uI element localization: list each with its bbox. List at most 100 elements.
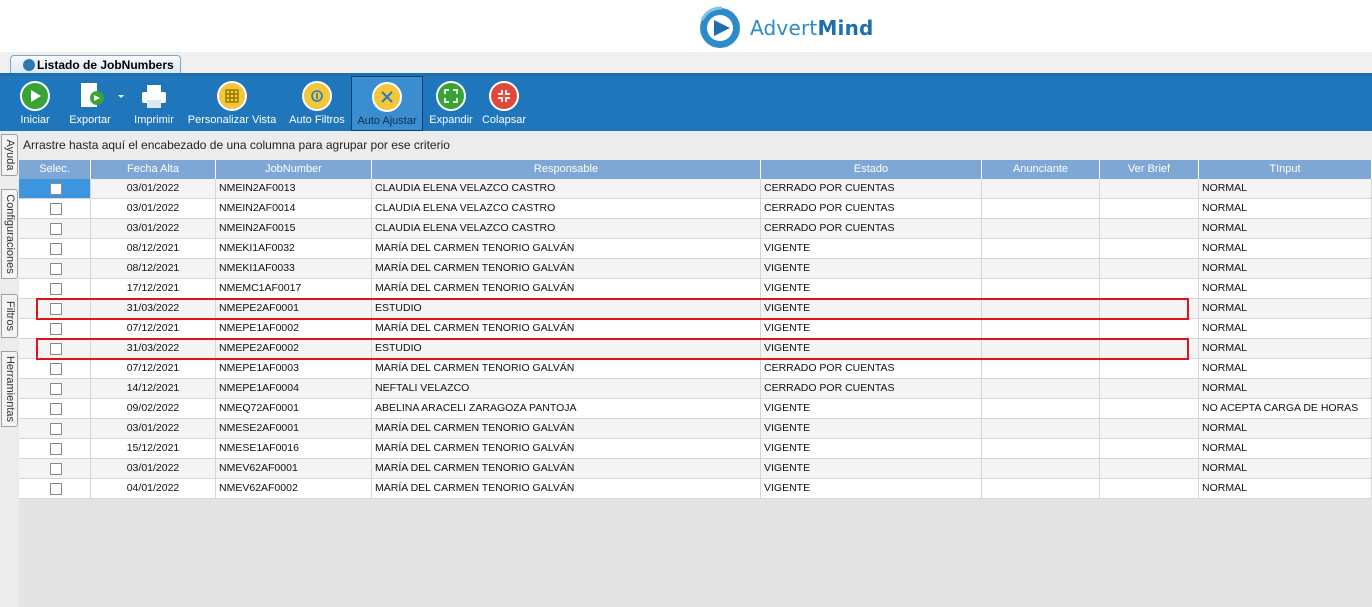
select-cell[interactable] bbox=[19, 419, 91, 438]
cell-estado[interactable]: CERRADO POR CUENTAS bbox=[761, 379, 982, 398]
select-cell[interactable] bbox=[19, 459, 91, 478]
table-row[interactable]: 03/01/2022 NMEIN2AF0014 CLAUDIA ELENA VELA… bbox=[19, 199, 1372, 219]
cell-tinput[interactable]: NORMAL bbox=[1199, 359, 1372, 378]
table-row[interactable]: 07/12/2021 NMEPE1AF0002 MARÍA DEL CARMEN T… bbox=[19, 319, 1372, 339]
cell-responsable[interactable]: MARÍA DEL CARMEN TENORIO GALVÁN bbox=[372, 459, 761, 478]
cell-fecha-alta[interactable]: 03/01/2022 bbox=[91, 219, 216, 238]
cell-tinput[interactable]: NORMAL bbox=[1199, 279, 1372, 298]
cell-estado[interactable]: VIGENTE bbox=[761, 439, 982, 458]
column-header-tinput[interactable]: TInput bbox=[1199, 160, 1372, 179]
cell-tinput[interactable]: NORMAL bbox=[1199, 179, 1372, 198]
cell-estado[interactable]: CERRADO POR CUENTAS bbox=[761, 199, 982, 218]
cell-responsable[interactable]: MARÍA DEL CARMEN TENORIO GALVÁN bbox=[372, 479, 761, 498]
row-checkbox[interactable] bbox=[50, 422, 62, 435]
column-header-ver-brief[interactable]: Ver Brief bbox=[1100, 160, 1199, 179]
column-header-jobnumber[interactable]: JobNumber bbox=[216, 160, 372, 179]
expandir-button[interactable]: Expandir bbox=[427, 76, 475, 131]
cell-tinput[interactable]: NORMAL bbox=[1199, 259, 1372, 278]
exportar-dropdown[interactable] bbox=[116, 76, 126, 131]
cell-estado[interactable]: VIGENTE bbox=[761, 259, 982, 278]
cell-tinput[interactable]: NORMAL bbox=[1199, 379, 1372, 398]
cell-ver-brief[interactable] bbox=[1100, 219, 1199, 238]
row-checkbox[interactable] bbox=[50, 402, 62, 415]
side-tab-filtros[interactable]: Filtros bbox=[1, 294, 18, 338]
auto-filtros-button[interactable]: Auto Filtros bbox=[286, 76, 348, 131]
row-checkbox[interactable] bbox=[50, 442, 62, 455]
cell-ver-brief[interactable] bbox=[1100, 479, 1199, 498]
cell-ver-brief[interactable] bbox=[1100, 379, 1199, 398]
cell-tinput[interactable]: NORMAL bbox=[1199, 479, 1372, 498]
cell-estado[interactable]: VIGENTE bbox=[761, 399, 982, 418]
cell-anunciante[interactable] bbox=[982, 279, 1100, 298]
cell-estado[interactable]: VIGENTE bbox=[761, 459, 982, 478]
select-cell[interactable] bbox=[19, 359, 91, 378]
cell-ver-brief[interactable] bbox=[1100, 459, 1199, 478]
column-header-estado[interactable]: Estado bbox=[761, 160, 982, 179]
table-row[interactable]: 08/12/2021 NMEKI1AF0033 MARÍA DEL CARMEN T… bbox=[19, 259, 1372, 279]
cell-estado[interactable]: VIGENTE bbox=[761, 239, 982, 258]
cell-anunciante[interactable] bbox=[982, 459, 1100, 478]
cell-tinput[interactable]: NORMAL bbox=[1199, 419, 1372, 438]
table-row[interactable]: 14/12/2021 NMEPE1AF0004 NEFTALI VELAZCO CER… bbox=[19, 379, 1372, 399]
cell-tinput[interactable]: NORMAL bbox=[1199, 439, 1372, 458]
exportar-button[interactable]: Exportar bbox=[63, 76, 117, 131]
group-by-panel[interactable]: Arrastre hasta aquí el encabezado de una… bbox=[19, 131, 1372, 160]
cell-fecha-alta[interactable]: 03/01/2022 bbox=[91, 179, 216, 198]
select-cell[interactable] bbox=[19, 199, 91, 218]
cell-jobnumber[interactable]: NMEMC1AF0017 bbox=[216, 279, 372, 298]
side-tab-ayuda[interactable]: Ayuda bbox=[1, 134, 18, 176]
cell-estado[interactable]: CERRADO POR CUENTAS bbox=[761, 359, 982, 378]
cell-ver-brief[interactable] bbox=[1100, 439, 1199, 458]
cell-tinput[interactable]: NORMAL bbox=[1199, 459, 1372, 478]
cell-tinput[interactable]: NORMAL bbox=[1199, 319, 1372, 338]
cell-anunciante[interactable] bbox=[982, 319, 1100, 338]
cell-responsable[interactable]: MARÍA DEL CARMEN TENORIO GALVÁN bbox=[372, 279, 761, 298]
cell-fecha-alta[interactable]: 15/12/2021 bbox=[91, 439, 216, 458]
colapsar-button[interactable]: Colapsar bbox=[480, 76, 528, 131]
cell-responsable[interactable]: MARÍA DEL CARMEN TENORIO GALVÁN bbox=[372, 419, 761, 438]
row-checkbox[interactable] bbox=[50, 382, 62, 395]
row-checkbox[interactable] bbox=[50, 242, 62, 255]
auto-ajustar-button[interactable]: Auto Ajustar bbox=[351, 76, 423, 131]
tab-listado-jobnumbers[interactable]: Listado de JobNumbers bbox=[10, 55, 181, 75]
cell-responsable[interactable]: MARÍA DEL CARMEN TENORIO GALVÁN bbox=[372, 259, 761, 278]
cell-jobnumber[interactable]: NMEPE1AF0002 bbox=[216, 319, 372, 338]
cell-estado[interactable]: VIGENTE bbox=[761, 279, 982, 298]
select-cell[interactable] bbox=[19, 379, 91, 398]
table-row[interactable]: 03/01/2022 NMEIN2AF0015 CLAUDIA ELENA VELA… bbox=[19, 219, 1372, 239]
cell-tinput[interactable]: NO ACEPTA CARGA DE HORAS bbox=[1199, 399, 1372, 418]
cell-ver-brief[interactable] bbox=[1100, 359, 1199, 378]
personalizar-vista-button[interactable]: Personalizar Vista bbox=[185, 76, 279, 131]
cell-fecha-alta[interactable]: 17/12/2021 bbox=[91, 279, 216, 298]
column-header-selec[interactable]: Selec. bbox=[19, 160, 91, 179]
column-header-fecha-alta[interactable]: Fecha Alta bbox=[91, 160, 216, 179]
cell-anunciante[interactable] bbox=[982, 479, 1100, 498]
cell-jobnumber[interactable]: NMEKI1AF0032 bbox=[216, 239, 372, 258]
row-checkbox[interactable] bbox=[50, 222, 62, 235]
cell-responsable[interactable]: MARÍA DEL CARMEN TENORIO GALVÁN bbox=[372, 319, 761, 338]
cell-fecha-alta[interactable]: 03/01/2022 bbox=[91, 199, 216, 218]
cell-responsable[interactable]: MARÍA DEL CARMEN TENORIO GALVÁN bbox=[372, 439, 761, 458]
cell-anunciante[interactable] bbox=[982, 399, 1100, 418]
cell-jobnumber[interactable]: NMEV62AF0002 bbox=[216, 479, 372, 498]
imprimir-button[interactable]: Imprimir bbox=[131, 76, 177, 131]
cell-estado[interactable]: CERRADO POR CUENTAS bbox=[761, 219, 982, 238]
cell-jobnumber[interactable]: NMEIN2AF0014 bbox=[216, 199, 372, 218]
cell-anunciante[interactable] bbox=[982, 199, 1100, 218]
cell-ver-brief[interactable] bbox=[1100, 259, 1199, 278]
cell-anunciante[interactable] bbox=[982, 419, 1100, 438]
cell-anunciante[interactable] bbox=[982, 359, 1100, 378]
cell-fecha-alta[interactable]: 04/01/2022 bbox=[91, 479, 216, 498]
cell-jobnumber[interactable]: NMEQ72AF0001 bbox=[216, 399, 372, 418]
row-checkbox[interactable] bbox=[50, 262, 62, 275]
select-cell[interactable] bbox=[19, 439, 91, 458]
cell-estado[interactable]: VIGENTE bbox=[761, 319, 982, 338]
row-checkbox[interactable] bbox=[50, 282, 62, 295]
cell-jobnumber[interactable]: NMEIN2AF0015 bbox=[216, 219, 372, 238]
select-cell[interactable] bbox=[19, 479, 91, 498]
table-row[interactable]: 07/12/2021 NMEPE1AF0003 MARÍA DEL CARMEN T… bbox=[19, 359, 1372, 379]
cell-jobnumber[interactable]: NMEIN2AF0013 bbox=[216, 179, 372, 198]
cell-responsable[interactable]: MARÍA DEL CARMEN TENORIO GALVÁN bbox=[372, 239, 761, 258]
cell-ver-brief[interactable] bbox=[1100, 399, 1199, 418]
cell-anunciante[interactable] bbox=[982, 179, 1100, 198]
